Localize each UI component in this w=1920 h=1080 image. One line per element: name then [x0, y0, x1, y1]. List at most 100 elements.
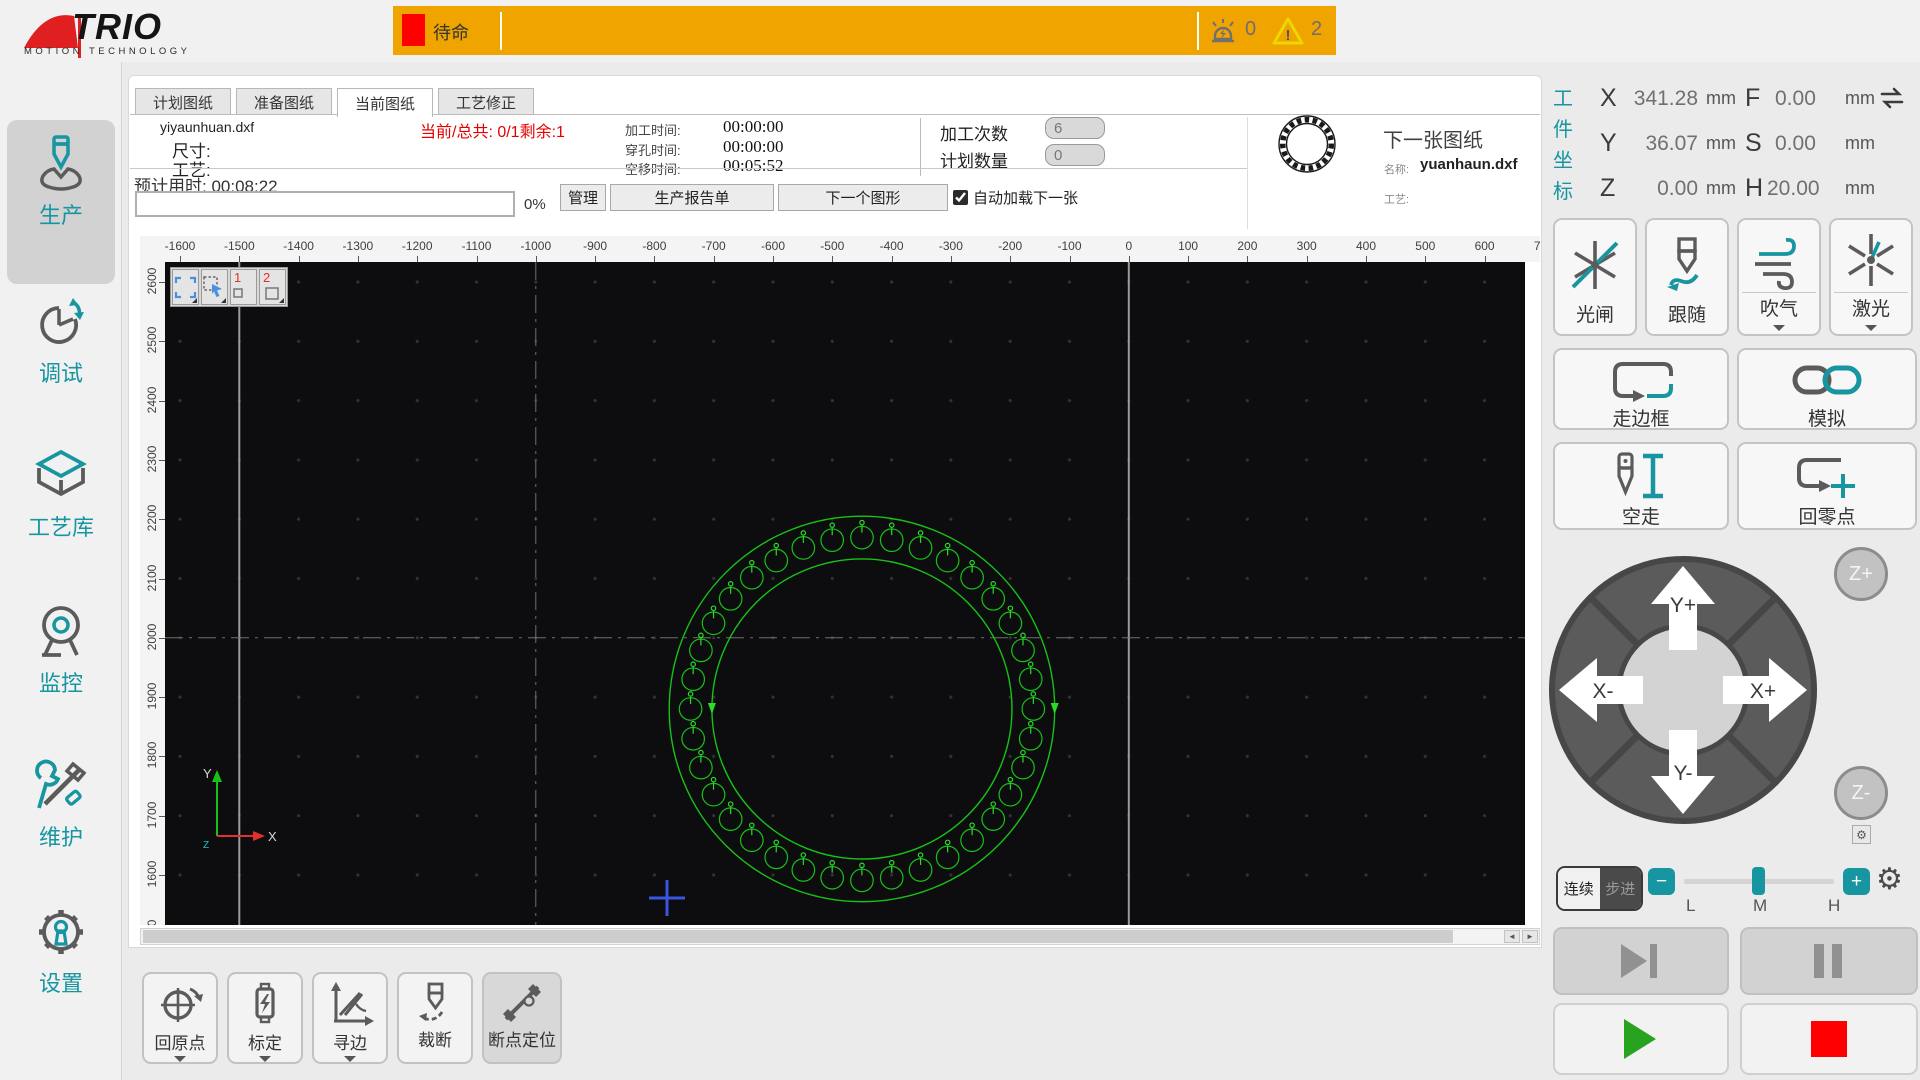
cut-off-button[interactable]: 裁断: [397, 972, 473, 1064]
shutter-icon: [1565, 230, 1625, 300]
jog-z-plus-button[interactable]: Z+: [1834, 547, 1888, 601]
jog-x-plus-button[interactable]: X+: [1741, 680, 1785, 704]
ruler-y-label: 2000: [145, 617, 159, 657]
ruler-x-label: -500: [820, 239, 844, 253]
speed-slider-thumb[interactable]: [1752, 867, 1765, 895]
sidebar-item-production[interactable]: 生产: [0, 132, 122, 230]
progress-percent: 0%: [524, 196, 546, 213]
laser-button[interactable]: 激光: [1829, 218, 1913, 336]
play-icon: [1624, 1019, 1658, 1059]
sidebar-item-settings[interactable]: 设置: [0, 900, 122, 998]
horizontal-scrollbar[interactable]: ◄ ►: [140, 928, 1540, 945]
plan-quantity-input[interactable]: [1045, 144, 1105, 166]
cad-viewport[interactable]: Y X Z 1 2: [165, 262, 1525, 925]
jog-y-minus-button[interactable]: Y-: [1661, 762, 1705, 786]
control-label: 回零点: [1798, 502, 1855, 529]
tab-plan-drawings[interactable]: 计划图纸: [135, 88, 231, 115]
follow-button[interactable]: 跟随: [1645, 218, 1729, 336]
time-value: 00:05:52: [723, 156, 783, 176]
coords-sync-icon[interactable]: [1877, 86, 1907, 110]
ruler-y-label: 1600: [145, 854, 159, 894]
alarm-divider: [1197, 12, 1199, 50]
pause-button[interactable]: [1740, 927, 1918, 995]
scroll-left-button[interactable]: ◄: [1504, 930, 1520, 943]
jog-wheel[interactable]: Y+ X- X+ Y-: [1543, 550, 1823, 830]
sidebar-item-process-library[interactable]: 工艺库: [0, 444, 122, 542]
axis-value: 0.00: [1775, 132, 1815, 156]
sidebar: 生产 调试 工艺库 监控 维护: [0, 62, 122, 1080]
tab-prepared-drawings[interactable]: 准备图纸: [236, 88, 332, 115]
edge-seek-button[interactable]: 寻边: [312, 972, 388, 1064]
lead-in-mark: [801, 531, 805, 535]
axis-value: 36.07: [1625, 132, 1698, 156]
simulate-button[interactable]: 模拟: [1737, 348, 1917, 430]
tab-current-drawing[interactable]: 当前图纸: [337, 88, 433, 117]
ruler-x-label: 400: [1356, 239, 1376, 253]
lead-in-mark: [860, 520, 864, 524]
gear-icon: [29, 900, 93, 964]
time-value: 00:00:00: [723, 117, 783, 137]
control-label: 吹气: [1760, 294, 1798, 321]
lead-in-mark: [774, 543, 778, 547]
jog-z-minus-button[interactable]: Z-: [1834, 766, 1888, 820]
siren-icon[interactable]: [1208, 17, 1238, 45]
mode-step[interactable]: 步进: [1600, 868, 1642, 909]
speed-minus-button[interactable]: −: [1648, 868, 1675, 895]
ruler-y-label: 1900: [145, 676, 159, 716]
lead-in-mark: [699, 633, 703, 637]
select-button[interactable]: [201, 269, 228, 305]
ruler-x-label: -1400: [283, 239, 314, 253]
workpiece-coords-title: 工 件 坐 标: [1552, 84, 1574, 208]
scroll-right-button[interactable]: ►: [1522, 930, 1538, 943]
mark-point-2-button[interactable]: 2: [259, 269, 286, 305]
air-blow-icon: [1749, 230, 1809, 290]
next-name-label: 名称:: [1384, 161, 1409, 177]
breakpoint-locate-button[interactable]: 断点定位: [482, 972, 562, 1064]
tab-process-correction[interactable]: 工艺修正: [438, 88, 534, 115]
sidebar-item-monitor[interactable]: 监控: [0, 600, 122, 698]
laser-icon: [1841, 230, 1901, 290]
scrollbar-thumb[interactable]: [143, 930, 1453, 943]
mode-continuous[interactable]: 连续: [1558, 868, 1600, 909]
svg-text:!: !: [1286, 27, 1291, 44]
axis-value: 341.28: [1625, 87, 1698, 111]
air-blow-button[interactable]: 吹气: [1737, 218, 1821, 336]
dropdown-corner: [192, 298, 197, 303]
return-origin-button[interactable]: 回原点: [142, 972, 218, 1064]
stop-button[interactable]: [1740, 1003, 1918, 1075]
pause-icon: [1814, 944, 1844, 978]
camera-icon: [29, 600, 93, 664]
shutter-button[interactable]: 光闸: [1553, 218, 1637, 336]
ruler-x-label: -900: [583, 239, 607, 253]
jog-y-plus-button[interactable]: Y+: [1661, 594, 1705, 618]
production-report-button[interactable]: 生产报告单: [610, 184, 774, 211]
time-label: 加工时间:: [625, 120, 681, 139]
autoload-checkbox[interactable]: [953, 190, 968, 205]
process-count-input[interactable]: [1045, 117, 1105, 139]
jog-x-minus-button[interactable]: X-: [1581, 680, 1625, 704]
axis-unit: mm: [1845, 88, 1875, 109]
jog-settings-gear-icon[interactable]: ⚙: [1852, 825, 1871, 844]
status-bar: 待命 0 ! 2: [393, 6, 1336, 55]
jog-mode-toggle[interactable]: 连续 步进: [1556, 866, 1643, 911]
process-count-label: 加工次数: [940, 120, 1008, 145]
sidebar-item-maintenance[interactable]: 维护: [0, 754, 122, 852]
ruler-x-label: 0: [1125, 239, 1132, 253]
small-region-icon: [231, 286, 256, 304]
step-forward-button[interactable]: [1553, 927, 1729, 995]
return-zero-button[interactable]: 回零点: [1737, 442, 1917, 530]
run-frame-button[interactable]: 走边框: [1553, 348, 1729, 430]
edge-seek-icon: [326, 980, 374, 1026]
start-button[interactable]: [1553, 1003, 1729, 1075]
dry-run-button[interactable]: 空走: [1553, 442, 1729, 530]
direction-arrow: [708, 703, 716, 714]
speed-plus-button[interactable]: +: [1843, 868, 1870, 895]
mark-point-1-button[interactable]: 1: [230, 269, 257, 305]
speed-settings-gear-icon[interactable]: ⚙: [1876, 862, 1903, 897]
next-graphic-button[interactable]: 下一个图形: [778, 184, 948, 211]
calibrate-button[interactable]: 标定: [227, 972, 303, 1064]
sidebar-item-debug[interactable]: 调试: [0, 290, 122, 388]
warning-triangle-icon[interactable]: !: [1271, 16, 1305, 46]
manage-button[interactable]: 管理: [560, 184, 606, 211]
zoom-window-button[interactable]: [172, 269, 199, 305]
